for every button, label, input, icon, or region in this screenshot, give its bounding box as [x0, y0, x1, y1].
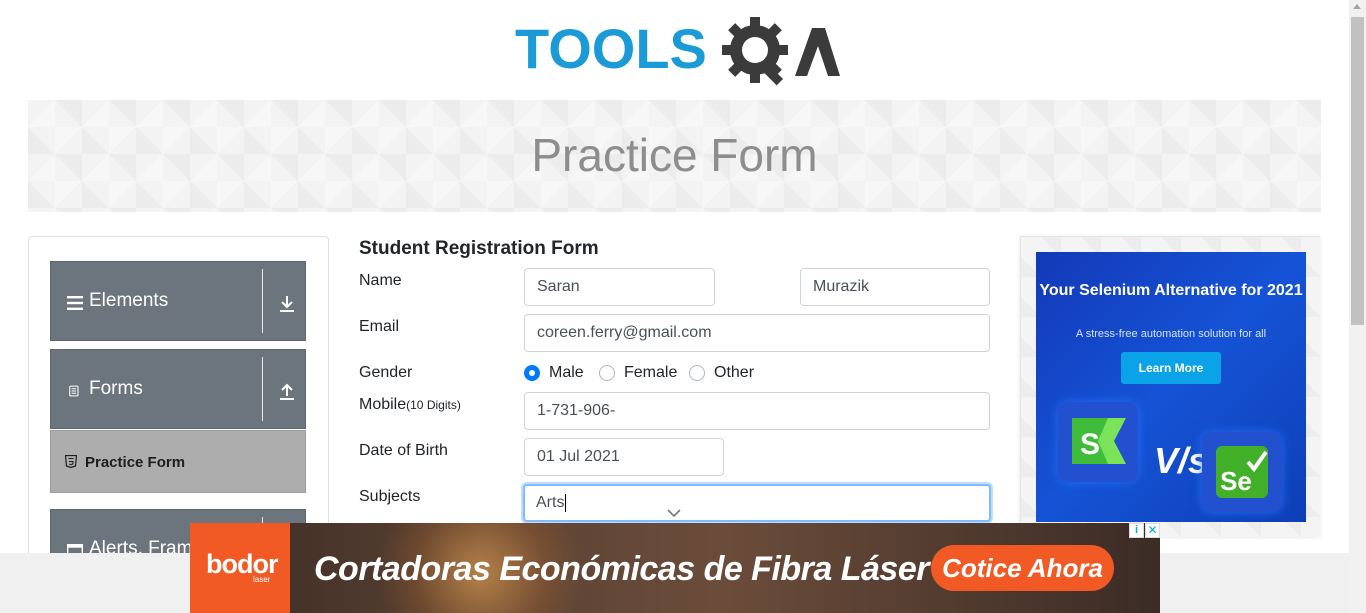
sidebar-item-practice-form[interactable]: Practice Form: [50, 430, 306, 493]
radio-button[interactable]: [599, 365, 615, 381]
subjects-input[interactable]: Arts: [523, 484, 991, 522]
page: TOOLS Practice Form Elements Forms Pract…: [0, 0, 1366, 613]
email-label: Email: [359, 318, 400, 335]
gear-icon: [722, 17, 788, 86]
scroll-up-arrow-icon[interactable]: [1353, 4, 1361, 9]
sidebar-group-elements[interactable]: Elements: [50, 261, 306, 341]
name-label: Name: [359, 272, 402, 289]
radio-label: Female: [624, 364, 678, 381]
page-banner: Practice Form: [28, 100, 1321, 212]
sidebar-group-label: Elements: [89, 290, 169, 311]
ad-headline: Your Selenium Alternative for 2021: [1039, 282, 1303, 299]
mobile-label: Mobile(10 Digits): [359, 396, 461, 414]
sidebar: Elements Forms Practice Form Alerts, Fra…: [28, 236, 329, 566]
chevron-down-icon[interactable]: [667, 508, 681, 518]
last-name-input[interactable]: Murazik: [800, 268, 990, 306]
first-name-input[interactable]: Saran: [524, 268, 715, 306]
logo-letter-a: [795, 28, 840, 76]
versus-text: V/s: [1154, 440, 1209, 481]
toolsqa-logo[interactable]: TOOLS: [515, 16, 840, 92]
dob-label: Date of Birth: [359, 442, 448, 459]
sidebar-item-label: Practice Form: [85, 454, 186, 471]
radio-button[interactable]: [689, 365, 705, 381]
mobile-input[interactable]: 1-731-906-: [524, 392, 990, 430]
selenium-logo-icon: Se: [1202, 432, 1282, 512]
cotice-ahora-button[interactable]: Cotice Ahora: [931, 545, 1114, 591]
ad-creative[interactable]: Your Selenium Alternative for 2021 A str…: [1036, 252, 1306, 522]
bottom-ad-text: Cortadoras Económicas de Fibra Láser: [314, 550, 929, 588]
email-input[interactable]: coreen.ferry@gmail.com: [524, 314, 990, 352]
subjects-value: Arts: [536, 494, 565, 511]
gender-radio-male[interactable]: Male: [524, 363, 584, 383]
katalon-logo-icon: S: [1058, 402, 1138, 482]
radio-button-checked[interactable]: [524, 365, 540, 381]
divider: [262, 357, 263, 421]
svg-text:Se: Se: [1220, 466, 1252, 496]
learn-more-button[interactable]: Learn More: [1121, 352, 1221, 384]
upload-icon: [280, 383, 294, 400]
date-of-birth-input[interactable]: 01 Jul 2021: [524, 438, 724, 476]
bottom-ad-banner[interactable]: bodor laser Cortadoras Económicas de Fib…: [190, 523, 1160, 613]
logo-text-tools: TOOLS: [515, 17, 707, 80]
mobile-label-text: Mobile: [359, 396, 407, 413]
ad-close-icon[interactable]: ✕: [1145, 523, 1160, 538]
sidebar-group-forms[interactable]: Forms: [50, 349, 306, 429]
bodor-sub: laser: [253, 575, 271, 584]
download-icon: [280, 296, 294, 312]
page-scrollbar[interactable]: [1349, 0, 1366, 613]
ad-subline: A stress-free automation solution for al…: [1075, 328, 1267, 340]
page-title: Practice Form: [531, 129, 818, 181]
form-title: Student Registration Form: [359, 238, 599, 259]
subjects-label: Subjects: [359, 488, 421, 505]
hamburger-icon: [67, 296, 83, 310]
gender-radio-female[interactable]: Female: [599, 363, 677, 383]
sidebar-group-label: Forms: [89, 378, 143, 399]
side-ad[interactable]: Your Selenium Alternative for 2021 A str…: [1020, 236, 1321, 537]
radio-label: Male: [549, 364, 584, 381]
radio-label: Other: [714, 364, 755, 381]
bodor-logo: bodor laser: [190, 523, 290, 613]
gender-label: Gender: [359, 364, 413, 381]
mobile-hint: (10 Digits): [406, 398, 461, 412]
document-icon: [69, 385, 79, 397]
ad-info-icon[interactable]: i: [1129, 523, 1144, 538]
svg-text:S: S: [1080, 428, 1100, 461]
divider: [262, 269, 263, 333]
html5-shield-icon: [65, 455, 77, 468]
text-caret: [565, 493, 567, 512]
scroll-thumb[interactable]: [1351, 17, 1364, 325]
gender-radio-other[interactable]: Other: [689, 363, 754, 383]
